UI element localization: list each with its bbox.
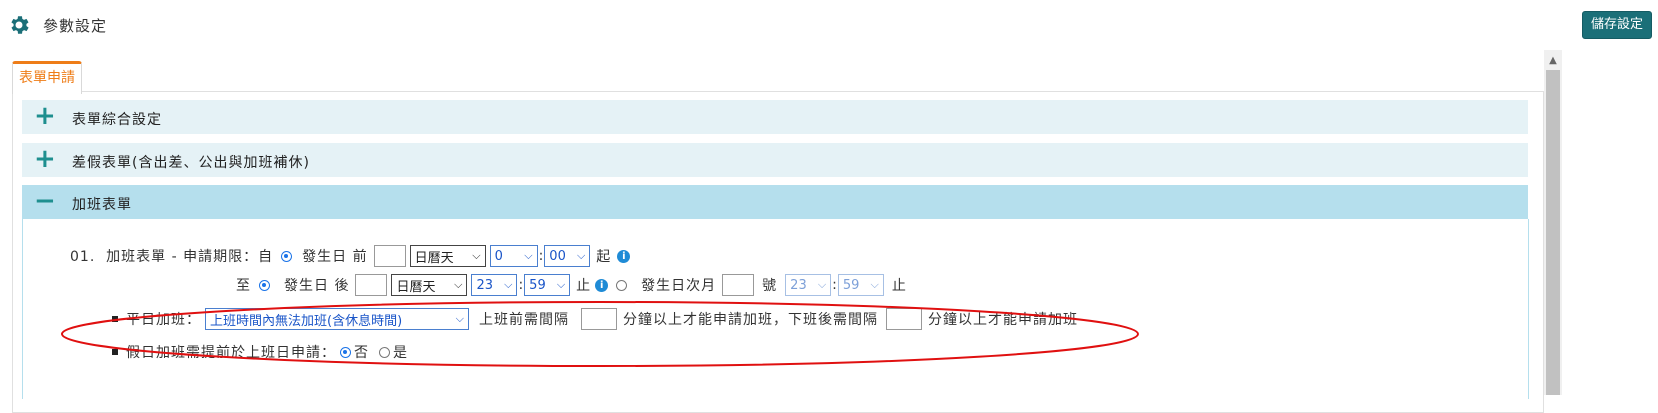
- chevron-down-icon: ⌵: [576, 249, 586, 262]
- annotation-ellipse: [61, 301, 1139, 367]
- save-settings-button[interactable]: 儲存設定: [1581, 11, 1652, 39]
- chevron-down-icon: ⌵: [556, 278, 566, 291]
- next-month-day-input[interactable]: [722, 274, 755, 296]
- start-hour-select[interactable]: 0 ⌵: [489, 245, 538, 267]
- next-month-label: 發生日次月: [641, 278, 717, 294]
- end-hour-select[interactable]: 23 ⌵: [471, 274, 518, 296]
- tab-form-application[interactable]: 表單申請: [12, 61, 82, 94]
- section-leave-forms[interactable]: + 差假表單(含出差、公出與加班補休): [22, 143, 1528, 177]
- scrollbar-thumb[interactable]: [1546, 70, 1560, 395]
- chevron-down-icon: ⌵: [870, 278, 879, 291]
- next-month-hour-select[interactable]: 23 ⌵: [785, 274, 832, 296]
- start-minute-select[interactable]: 00 ⌵: [544, 245, 591, 267]
- section-title: 差假表單(含出差、公出與加班補休): [72, 155, 310, 171]
- end-prefix: 至: [236, 278, 251, 294]
- day-unit-select[interactable]: 日曆天 ⌵: [391, 274, 468, 296]
- top-bar: 參數設定 儲存設定: [0, 0, 1658, 50]
- days-before-input[interactable]: [373, 245, 406, 267]
- chevron-down-icon: ⌵: [472, 249, 481, 262]
- section-overtime-form[interactable]: − 加班表單: [22, 185, 1528, 219]
- next-month-minute-select[interactable]: 59 ⌵: [837, 274, 884, 296]
- section-title: 加班表單: [72, 197, 132, 213]
- page-title: 參數設定: [43, 17, 108, 35]
- occurrence-after-label: 發生日 後: [284, 278, 350, 294]
- radio-occurrence-after[interactable]: [259, 279, 270, 291]
- application-period-end-row: 至 發生日 後 日曆天 ⌵ 23 ⌵ : 59 ⌵ 止 i 發生日次月 號 23 ⌵ :…: [236, 273, 907, 297]
- occurrence-before-label: 發生日 前: [302, 249, 368, 265]
- info-icon[interactable]: i: [595, 278, 609, 292]
- time-colon: :: [538, 248, 544, 264]
- radio-next-month[interactable]: [616, 279, 628, 291]
- chevron-down-icon: ⌵: [524, 249, 533, 262]
- application-period-start-row: 01. 加班表單 - 申請期限：自 發生日 前 日曆天 ⌵ 0 ⌵ : 00 ⌵ 起 …: [70, 244, 631, 268]
- end-minute-select[interactable]: 59 ⌵: [524, 274, 571, 296]
- end-suffix: 止: [576, 278, 592, 294]
- section-title: 表單綜合設定: [72, 112, 162, 128]
- chevron-down-icon: ⌵: [504, 278, 513, 291]
- chevron-down-icon: ⌵: [817, 278, 827, 291]
- gear-icon: [11, 16, 29, 34]
- next-month-suffix: 止: [891, 278, 907, 294]
- expand-plus-icon: +: [34, 101, 56, 131]
- start-suffix: 起: [596, 249, 612, 265]
- time-colon: :: [832, 277, 837, 293]
- section-form-general-settings[interactable]: + 表單綜合設定: [22, 100, 1528, 134]
- scroll-up-icon[interactable]: ▲: [1544, 54, 1562, 68]
- day-label: 號: [762, 278, 778, 294]
- collapse-minus-icon: −: [34, 186, 56, 216]
- period-label: 01. 加班表單 - 申請期限：自: [70, 249, 274, 265]
- time-colon: :: [518, 277, 524, 293]
- info-icon[interactable]: i: [617, 249, 631, 263]
- radio-occurrence-before[interactable]: [281, 250, 293, 262]
- expand-plus-icon: +: [34, 144, 56, 174]
- day-unit-select[interactable]: 日曆天 ⌵: [409, 245, 486, 267]
- days-after-input[interactable]: [355, 274, 388, 296]
- chevron-down-icon: ⌵: [454, 278, 463, 291]
